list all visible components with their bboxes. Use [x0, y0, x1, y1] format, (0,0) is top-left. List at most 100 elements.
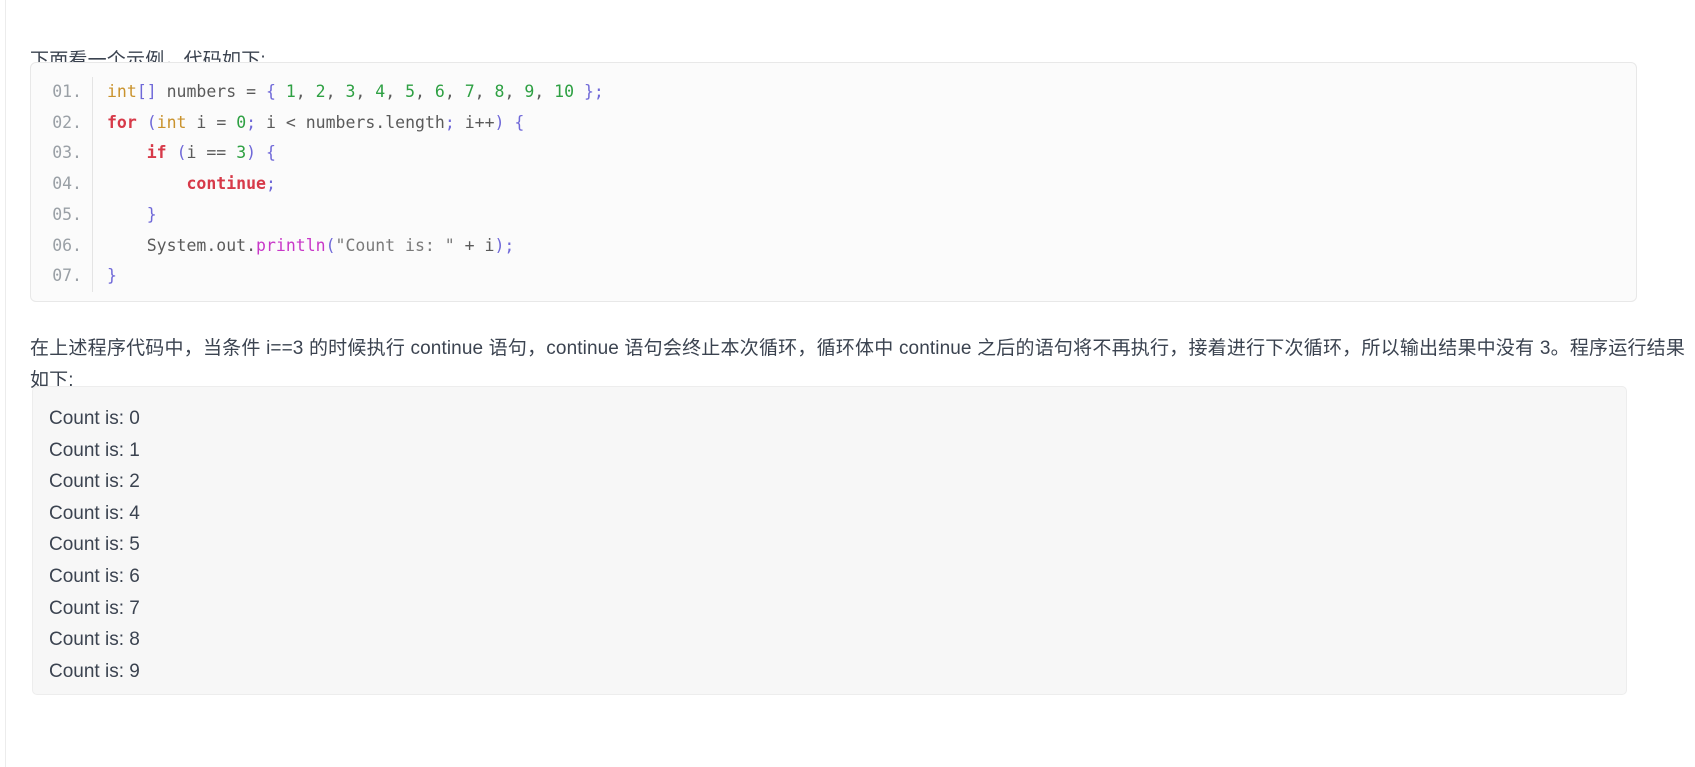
code-token-punct: ;: [444, 112, 455, 132]
code-token-plain: ,: [504, 82, 525, 101]
code-token-num: 4: [375, 82, 386, 101]
code-token-brace: }: [107, 266, 117, 286]
code-token-op: =: [216, 112, 227, 132]
code-token-plain: ,: [415, 82, 435, 101]
code-token-paren: ): [246, 143, 257, 163]
code-token-plain: i: [186, 112, 217, 132]
code-lines[interactable]: int[] numbers = { 1, 2, 3, 4, 5, 6, 7, 8…: [93, 77, 1636, 292]
code-token-num: 7: [464, 82, 475, 101]
code-token-plain: i: [256, 112, 286, 132]
code-token-num: 9: [524, 82, 535, 101]
code-token-paren: (: [146, 112, 157, 132]
code-token-type: int: [107, 82, 137, 101]
code-line-number-gutter: 01. 02. 03. 04. 05. 06. 07.: [31, 77, 93, 292]
code-token-type: int: [156, 112, 187, 132]
code-token-op: +: [464, 235, 475, 255]
content-left-rule: [5, 0, 6, 767]
code-token-op: ++: [474, 112, 495, 132]
code-token-brace: }: [146, 204, 157, 224]
code-line: int[] numbers = { 1, 2, 3, 4, 5, 6, 7, 8…: [107, 77, 1636, 108]
code-token-brace: }: [583, 82, 594, 101]
code-token-num: 1: [285, 82, 296, 101]
code-token-num: 0: [236, 112, 247, 132]
code-line: for (int i = 0; i < numbers.length; i++)…: [107, 108, 1636, 139]
code-token-kw: continue: [186, 174, 266, 194]
code-token-plain: i: [186, 143, 207, 163]
code-token-num: 3: [236, 143, 247, 163]
code-block[interactable]: 01. 02. 03. 04. 05. 06. 07. int[] numbers = { …: [30, 62, 1637, 302]
output-line: Count is: 4: [49, 502, 140, 524]
code-token-paren: (: [176, 143, 187, 163]
code-token-plain: ,: [295, 82, 316, 101]
code-token-plain: numbers.length: [295, 112, 445, 132]
code-token-kw: for: [107, 112, 137, 132]
code-token-kw: if: [146, 143, 167, 163]
code-token-fn: println: [256, 235, 326, 255]
code-line-number: 04.: [52, 174, 82, 194]
output-line: Count is: 9: [49, 660, 140, 682]
code-token-num: 2: [315, 82, 326, 101]
code-token-plain: ,: [325, 82, 346, 101]
code-token-brace: {: [265, 82, 276, 101]
code-token-num: 8: [494, 82, 505, 101]
code-token-plain: numbers: [156, 82, 247, 101]
code-token-op: <: [285, 112, 296, 132]
code-token-punct: ;: [504, 235, 515, 255]
program-output-block[interactable]: Count is: 0 Count is: 1 Count is: 2 Count i…: [32, 386, 1627, 695]
code-token-num: 3: [345, 82, 356, 101]
code-block-inner: 01. 02. 03. 04. 05. 06. 07. int[] numbers = { …: [31, 63, 1636, 301]
code-token-plain: i: [474, 235, 495, 255]
output-line: Count is: 6: [49, 565, 140, 587]
code-token-plain: System.out.: [146, 235, 257, 255]
code-token-plain: ,: [474, 82, 495, 101]
code-token-plain: i: [454, 112, 475, 132]
code-token-num: 6: [434, 82, 445, 101]
code-token-num: 5: [405, 82, 416, 101]
code-token-punct: ;: [593, 82, 604, 101]
code-token-str: "Count is: ": [335, 235, 455, 255]
code-line-number: 07.: [52, 266, 82, 286]
code-token-plain: ,: [355, 82, 376, 101]
code-line-number: 03.: [52, 143, 82, 163]
code-line-number: 01.: [52, 82, 82, 101]
code-token-brace: []: [136, 82, 157, 101]
output-line: Count is: 5: [49, 534, 140, 556]
code-token-op: ==: [206, 143, 227, 163]
code-line: }: [107, 261, 1636, 292]
code-line: }: [107, 200, 1636, 231]
code-token-paren: ): [494, 112, 505, 132]
code-line: System.out.println("Count is: " + i);: [107, 231, 1636, 262]
code-line-number: 06.: [52, 235, 82, 255]
code-line: if (i == 3) {: [107, 138, 1636, 169]
code-token-op: =: [246, 82, 257, 101]
code-token-plain: ,: [385, 82, 406, 101]
code-token-plain: ,: [444, 82, 465, 101]
code-token-brace: {: [514, 112, 525, 132]
output-line: Count is: 8: [49, 629, 140, 651]
code-token-punct: ;: [246, 112, 257, 132]
code-token-brace: {: [266, 143, 276, 163]
output-line: Count is: 1: [49, 439, 140, 461]
code-line-number: 02.: [52, 112, 82, 132]
code-line-number: 05.: [52, 204, 82, 224]
output-line: Count is: 7: [49, 597, 140, 619]
code-token-punct: ;: [265, 174, 276, 194]
output-line: Count is: 0: [49, 408, 140, 429]
code-token-plain: ,: [534, 82, 555, 101]
code-line: continue;: [107, 169, 1636, 200]
code-token-paren: ): [494, 235, 505, 255]
